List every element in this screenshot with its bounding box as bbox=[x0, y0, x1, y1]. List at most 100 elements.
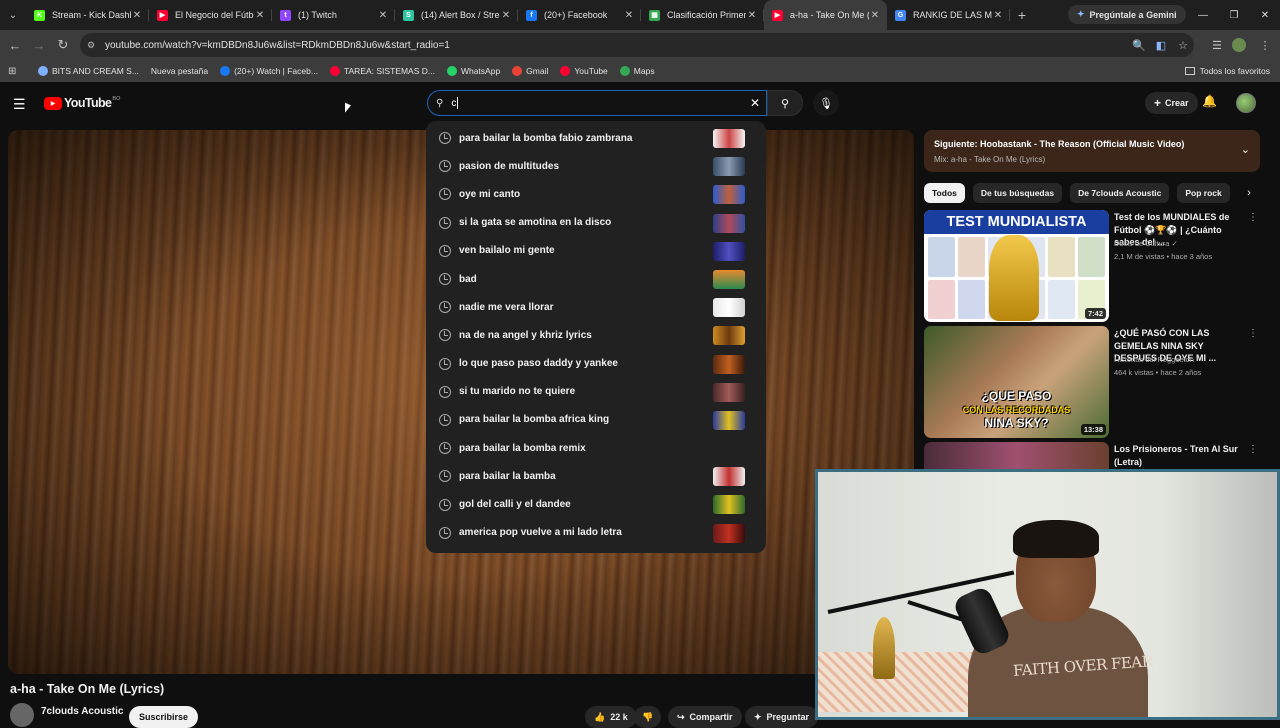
filter-chip[interactable]: De tus búsquedas bbox=[972, 183, 1063, 203]
search-input[interactable]: ⚲ c ✕ bbox=[427, 90, 767, 116]
suggestion-thumbnail bbox=[713, 213, 745, 233]
tab-search-icon[interactable]: ⌄ bbox=[0, 0, 26, 30]
tab-close-icon[interactable]: ✕ bbox=[746, 10, 758, 21]
browser-tab[interactable]: f (20+) Facebook ✕ bbox=[518, 0, 641, 30]
browser-tab[interactable]: ▶ El Negocio del Fútbol ✕ bbox=[149, 0, 272, 30]
search-suggestion[interactable]: gol del calli y el dandee bbox=[426, 490, 766, 518]
more-options-icon[interactable]: ⋮ bbox=[1248, 444, 1258, 455]
search-suggestion[interactable]: para bailar la bomba fabio zambrana bbox=[426, 124, 766, 152]
bookmark-item[interactable]: BITS AND CREAM S... bbox=[38, 66, 139, 76]
filter-chip[interactable]: Pop rock bbox=[1177, 183, 1230, 203]
browser-tab[interactable]: S (14) Alert Box / Strea ✕ bbox=[395, 0, 518, 30]
tab-favicon-icon: S bbox=[403, 9, 414, 21]
chevron-down-icon[interactable]: ⌄ bbox=[1241, 143, 1250, 156]
minimize-button[interactable]: — bbox=[1188, 0, 1218, 30]
search-suggestion[interactable]: pasion de multitudes bbox=[426, 152, 766, 180]
new-tab-button[interactable]: + bbox=[1010, 7, 1034, 23]
bookmark-item[interactable]: WhatsApp bbox=[446, 66, 500, 76]
tab-close-icon[interactable]: ✕ bbox=[377, 10, 389, 21]
search-suggestion[interactable]: america pop vuelve a mi lado letra bbox=[426, 519, 766, 547]
bookmark-item[interactable]: Nueva pestaña bbox=[151, 66, 208, 76]
trophy-figure bbox=[873, 617, 895, 679]
apps-grid-icon[interactable]: ⊞ bbox=[8, 66, 22, 77]
browser-tab[interactable]: t (1) Twitch ✕ bbox=[272, 0, 395, 30]
tab-close-icon[interactable]: ✕ bbox=[869, 10, 881, 21]
recommendation-item[interactable]: TEST MUNDIALISTA 7:42 Test de los MUNDIA… bbox=[924, 210, 1260, 322]
create-label: Crear bbox=[1165, 98, 1189, 108]
browser-tab[interactable]: ▦ Clasificación Primera ✕ bbox=[641, 0, 764, 30]
notifications-bell-icon[interactable]: 🔔 bbox=[1202, 94, 1217, 108]
reading-list-icon[interactable]: ☰ bbox=[1206, 30, 1228, 60]
clear-search-icon[interactable]: ✕ bbox=[750, 96, 760, 110]
filter-chip[interactable]: Todos bbox=[924, 183, 965, 203]
bookmark-item[interactable]: TAREA: SISTEMAS D... bbox=[329, 66, 435, 76]
suggestion-text: lo que paso paso daddy y yankee bbox=[459, 358, 618, 370]
close-window-button[interactable]: ✕ bbox=[1250, 0, 1280, 30]
account-avatar[interactable] bbox=[1236, 93, 1256, 113]
ask-button[interactable]: ✦ Preguntar bbox=[745, 706, 819, 728]
create-button[interactable]: + Crear bbox=[1145, 92, 1198, 114]
address-bar[interactable]: ⚙ youtube.com/watch?v=kmDBDn8Ju6w&list=R… bbox=[80, 33, 1194, 57]
browser-tab[interactable]: K Stream - Kick Dashbo ✕ bbox=[26, 0, 149, 30]
forward-button[interactable]: → bbox=[27, 38, 51, 53]
search-suggestion[interactable]: nadie me vera llorar bbox=[426, 293, 766, 321]
cast-icon[interactable]: ◧ bbox=[1150, 30, 1172, 60]
search-suggestion[interactable]: bad bbox=[426, 265, 766, 293]
more-options-icon[interactable]: ⋮ bbox=[1248, 328, 1258, 339]
browser-tab[interactable]: ▶ a-ha - Take On Me (L ✕ bbox=[764, 0, 887, 30]
recommendation-item[interactable]: ¿QUE PASO CON LAS RECORDADAS NINA SKY? 1… bbox=[924, 326, 1260, 438]
search-suggestion[interactable]: lo que paso paso daddy y yankee bbox=[426, 350, 766, 378]
suggestion-text: para bailar la bomba africa king bbox=[459, 414, 610, 426]
zoom-search-icon[interactable]: 🔍 bbox=[1128, 30, 1150, 60]
logo-text: YouTube bbox=[64, 96, 112, 110]
tab-close-icon[interactable]: ✕ bbox=[131, 10, 143, 21]
hamburger-menu-icon[interactable]: ☰ bbox=[13, 96, 26, 113]
search-suggestion[interactable]: para bailar la bomba remix bbox=[426, 434, 766, 462]
voice-search-button[interactable]: 🎙 bbox=[813, 90, 839, 116]
search-suggestion[interactable]: si tu marido no te quiere bbox=[426, 378, 766, 406]
search-suggestion[interactable]: si la gata se amotina en la disco bbox=[426, 209, 766, 237]
dislike-button[interactable]: 👎 bbox=[634, 706, 662, 728]
subscribe-button[interactable]: Suscribirse bbox=[129, 706, 199, 728]
more-options-icon[interactable]: ⋮ bbox=[1248, 212, 1258, 223]
channel-name[interactable]: 7clouds Acoustic bbox=[41, 706, 123, 717]
history-icon bbox=[439, 132, 451, 145]
tab-close-icon[interactable]: ✕ bbox=[992, 10, 1004, 21]
bookmark-item[interactable]: Maps bbox=[619, 66, 655, 76]
filter-chip[interactable]: De 7clouds Acoustic bbox=[1070, 183, 1170, 203]
profile-icon[interactable] bbox=[1228, 30, 1250, 60]
bookmark-item[interactable]: YouTube bbox=[560, 66, 608, 76]
browser-menu-icon[interactable]: ⋮ bbox=[1254, 30, 1276, 60]
bookmark-star-icon[interactable]: ☆ bbox=[1172, 30, 1194, 60]
recommendation-channel[interactable]: Dosis de Cultura ✓ bbox=[1114, 239, 1178, 248]
recommendation-channel[interactable]: Historias del Reggaeton bbox=[1114, 355, 1194, 364]
video-thumbnail[interactable]: ¿QUE PASO CON LAS RECORDADAS NINA SKY? 1… bbox=[924, 326, 1109, 438]
tab-close-icon[interactable]: ✕ bbox=[254, 10, 266, 21]
site-info-icon[interactable]: ⚙ bbox=[87, 40, 98, 51]
all-bookmarks[interactable]: Todos los favoritos bbox=[1184, 66, 1270, 76]
history-icon bbox=[439, 413, 451, 426]
search-suggestion[interactable]: para bailar la bomba africa king bbox=[426, 406, 766, 434]
channel-avatar[interactable] bbox=[10, 703, 34, 727]
youtube-logo[interactable]: ▶ YouTube BO bbox=[44, 96, 120, 110]
search-suggestion[interactable]: oye mi canto bbox=[426, 180, 766, 208]
video-thumbnail[interactable]: TEST MUNDIALISTA 7:42 bbox=[924, 210, 1109, 322]
tab-close-icon[interactable]: ✕ bbox=[500, 10, 512, 21]
tab-close-icon[interactable]: ✕ bbox=[623, 10, 635, 21]
search-suggestion[interactable]: na de na angel y khriz lyrics bbox=[426, 321, 766, 349]
search-button[interactable]: ⚲ bbox=[767, 90, 803, 116]
like-button[interactable]: 👍 22 k bbox=[585, 706, 637, 728]
bookmark-item[interactable]: (20+) Watch | Faceb... bbox=[220, 66, 318, 76]
search-suggestion[interactable]: ven bailalo mi gente bbox=[426, 237, 766, 265]
maximize-button[interactable]: ❐ bbox=[1219, 0, 1249, 30]
mix-next-panel[interactable]: Siguiente: Hoobastank - The Reason (Offi… bbox=[924, 130, 1260, 172]
share-button[interactable]: ↪ Compartir bbox=[668, 706, 742, 728]
gemini-button[interactable]: ✦ Pregúntale a Gemini bbox=[1068, 5, 1186, 24]
chevron-right-icon[interactable]: › bbox=[1238, 183, 1260, 203]
bookmark-item[interactable]: Gmail bbox=[512, 66, 548, 76]
tab-favicon-icon: ▦ bbox=[649, 9, 660, 21]
back-button[interactable]: ← bbox=[3, 38, 27, 53]
browser-tab[interactable]: G RANKIG DE LAS MEJ✕ bbox=[887, 0, 1010, 30]
search-suggestion[interactable]: para bailar la bamba bbox=[426, 462, 766, 490]
reload-button[interactable]: ↻ bbox=[51, 37, 75, 53]
